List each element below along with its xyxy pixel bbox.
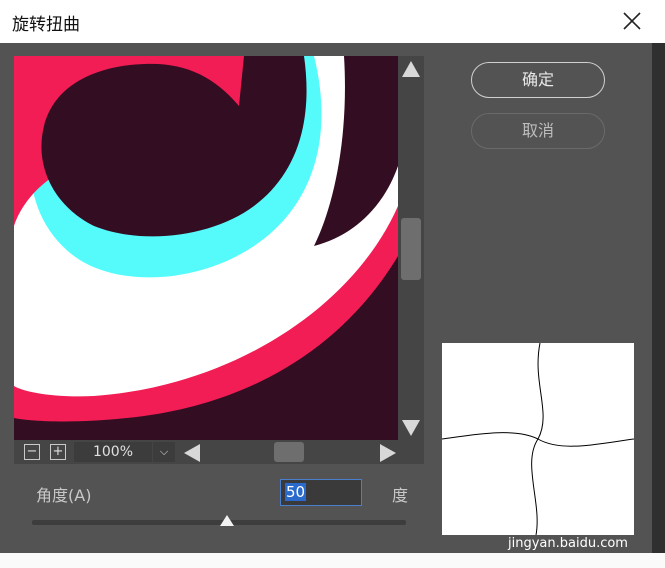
zoom-dropdown-icon[interactable]: ⌵ (153, 442, 175, 462)
scroll-up-arrow-icon[interactable] (402, 61, 420, 77)
angle-unit: 度 (392, 486, 409, 505)
ok-button[interactable]: 确定 (471, 62, 605, 98)
angle-slider-knob[interactable] (220, 515, 234, 526)
angle-slider-track[interactable] (32, 520, 406, 525)
scroll-left-arrow-icon[interactable] (184, 444, 200, 462)
twirl-line-top (537, 342, 544, 440)
twirl-line-right (537, 438, 635, 447)
vertical-scroll-thumb[interactable] (401, 218, 421, 280)
scroll-right-arrow-icon[interactable] (380, 444, 396, 462)
title-bar: 旋转扭曲 (0, 0, 665, 43)
zoom-out-button[interactable]: − (24, 444, 40, 460)
cancel-button[interactable]: 取消 (471, 113, 605, 149)
angle-value: 50 (285, 483, 307, 501)
twirl-line-left (441, 432, 539, 440)
angle-label: 角度(A) (36, 486, 92, 505)
background-edge (652, 43, 665, 553)
preview-image (14, 56, 398, 440)
close-icon[interactable] (621, 10, 643, 32)
angle-input[interactable]: 50 (280, 479, 362, 506)
horizontal-scroll-thumb[interactable] (274, 442, 304, 462)
twirl-preview-graphic (441, 342, 635, 536)
zoom-level[interactable]: 100% (74, 442, 152, 462)
watermark-text: jingyan.baidu.com (508, 536, 628, 551)
scroll-down-arrow-icon[interactable] (402, 420, 420, 436)
twirl-line-bottom (531, 438, 539, 536)
zoom-in-button[interactable]: + (50, 444, 66, 460)
preview-canvas[interactable] (14, 56, 398, 440)
background-strip (0, 553, 665, 568)
window-title: 旋转扭曲 (12, 15, 80, 35)
twirl-preview-thumbnail (441, 342, 635, 536)
